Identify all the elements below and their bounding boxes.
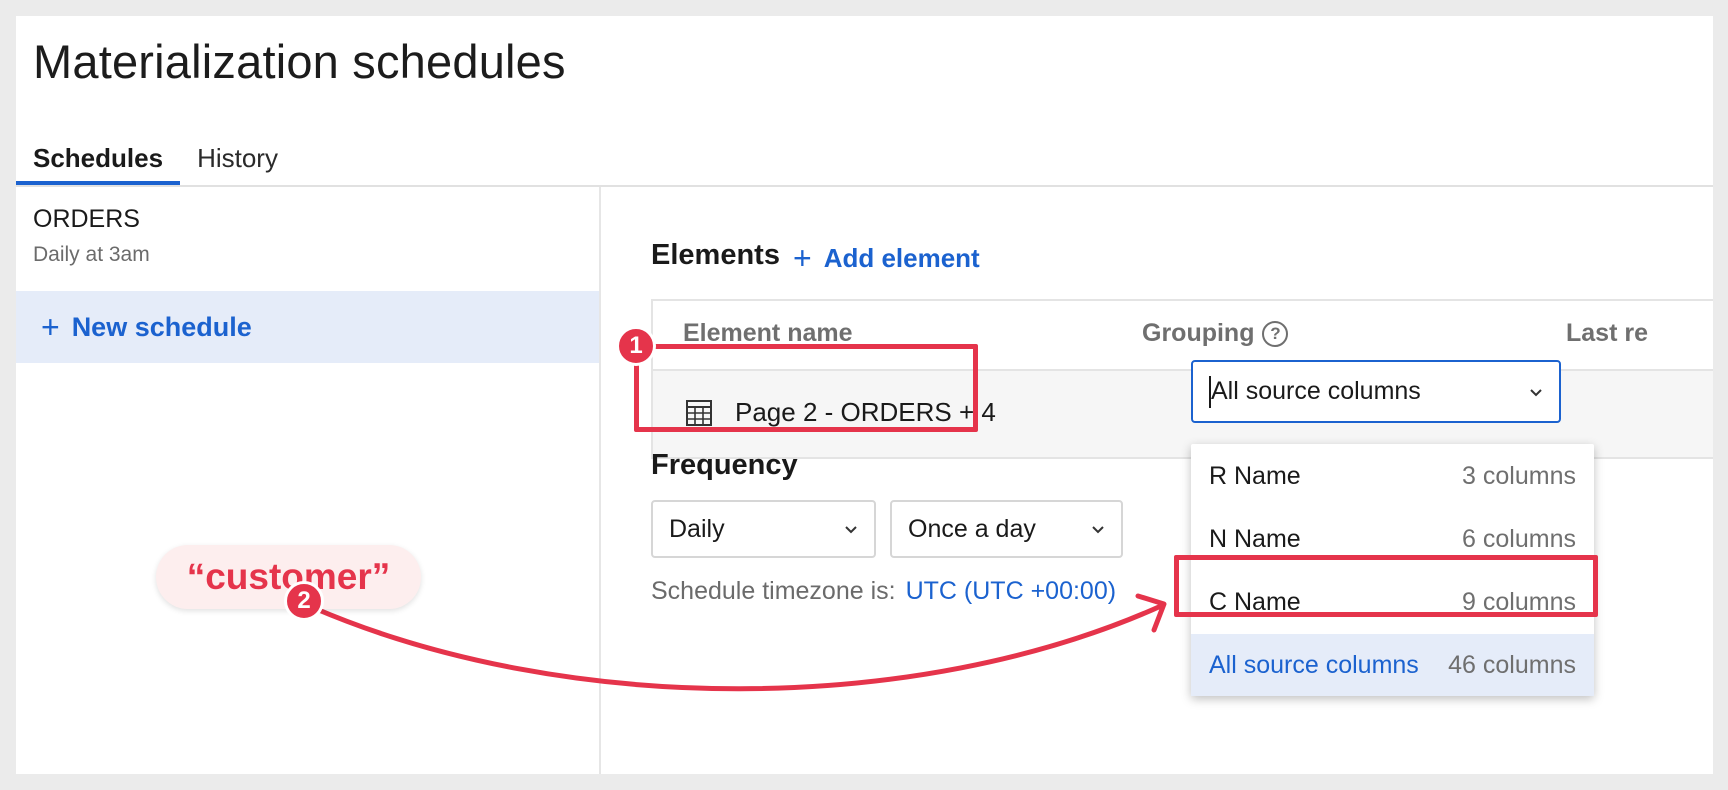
schedules-panel: Materialization schedules Schedules Hist… bbox=[16, 16, 1713, 774]
annotation-arrow bbox=[313, 593, 1167, 692]
step-badge-2: 2 bbox=[284, 581, 324, 621]
step-badge-1: 1 bbox=[616, 326, 656, 366]
